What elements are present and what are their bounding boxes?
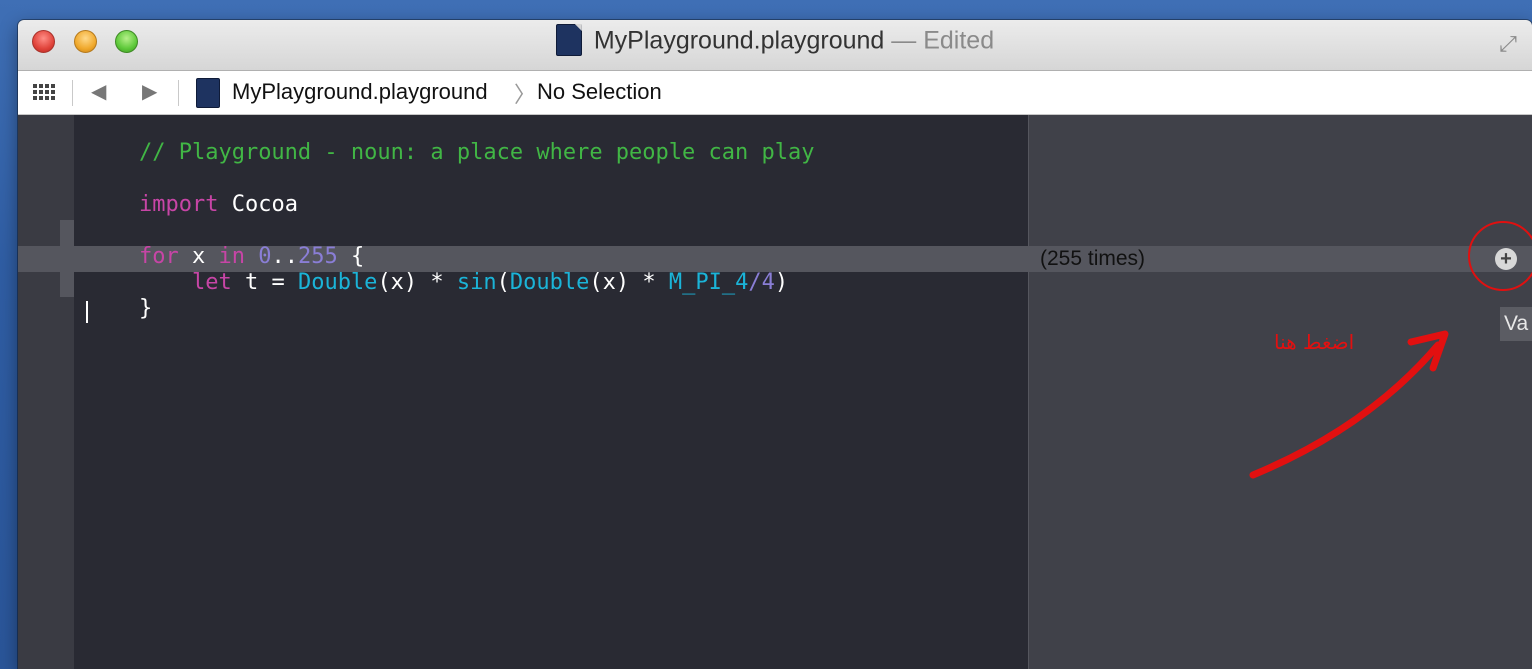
- expr-part: (x) *: [589, 270, 669, 295]
- fullscreen-icon[interactable]: ⤢: [1494, 30, 1522, 58]
- window-title-text: MyPlayground.playground: [593, 26, 885, 55]
- module-name: Cocoa: [218, 192, 298, 217]
- value-history-tooltip: Va: [1500, 307, 1532, 341]
- separator: [72, 80, 73, 106]
- jump-bar: ◀ ▶ MyPlayground.playground 〉 No Selecti…: [18, 71, 1532, 115]
- forward-arrow-icon[interactable]: ▶: [142, 79, 157, 105]
- close-paren: ): [774, 270, 789, 295]
- close-brace: }: [138, 296, 153, 321]
- back-arrow-icon[interactable]: ◀: [91, 79, 106, 105]
- edited-indicator: — Edited: [891, 26, 995, 55]
- comment-text: // Playground - noun: a place where peop…: [138, 140, 815, 165]
- breadcrumb-chevron-icon: 〉: [514, 82, 537, 107]
- number-four: 4: [761, 270, 775, 295]
- line-gutter[interactable]: [18, 115, 74, 669]
- assignment: t =: [231, 270, 298, 295]
- function-sin: sin: [456, 270, 497, 295]
- result-value-line-6[interactable]: (255 times): [1040, 246, 1145, 272]
- playground-file-icon: [196, 78, 220, 108]
- type-double: Double: [509, 270, 590, 295]
- separator: [178, 80, 179, 106]
- related-items-grid-icon[interactable]: [33, 84, 55, 100]
- type-double: Double: [297, 270, 378, 295]
- title-bar: MyPlayground.playground — Edited ⤢: [18, 20, 1532, 71]
- constant-mpi4: M_PI_4: [668, 270, 749, 295]
- code-line-7: }: [86, 271, 152, 346]
- annotation-red-circle: [1468, 221, 1532, 291]
- playground-file-icon: [555, 24, 582, 56]
- keyword-import: import: [138, 192, 219, 217]
- paren: (: [496, 270, 510, 295]
- divide-operator: /: [748, 270, 762, 295]
- breadcrumb-file[interactable]: MyPlayground.playground: [232, 79, 488, 105]
- expr-part: (x) *: [377, 270, 457, 295]
- breadcrumb-selection[interactable]: No Selection: [537, 79, 662, 105]
- code-line-6: let t = Double(x) * sin(Double(x) * M_PI…: [86, 245, 788, 320]
- window-title: MyPlayground.playground — Edited: [18, 24, 1532, 58]
- annotation-label: اضغط هنا: [1274, 330, 1355, 354]
- text-cursor: [86, 301, 88, 323]
- keyword-let: let: [191, 270, 232, 295]
- xcode-window: MyPlayground.playground — Edited ⤢ ◀ ▶ M…: [18, 20, 1532, 669]
